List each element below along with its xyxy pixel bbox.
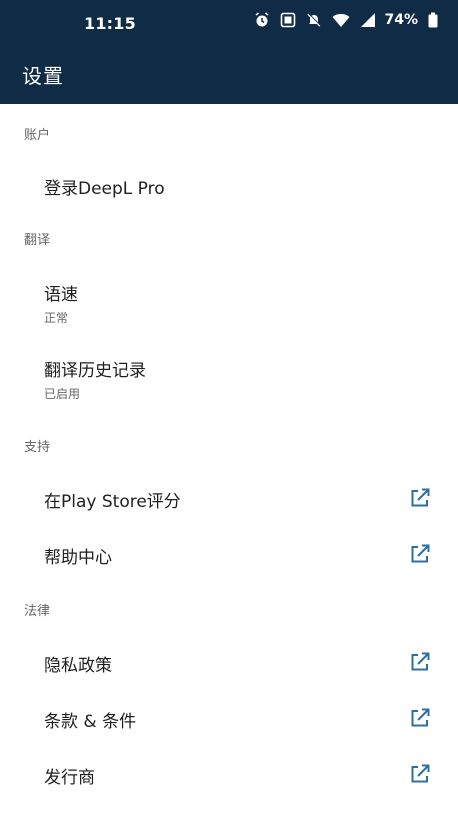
- publisher-item[interactable]: 发行商: [0, 748, 458, 800]
- privacy-policy-item[interactable]: 隐私政策: [0, 636, 458, 688]
- rate-play-store-item[interactable]: 在Play Store评分: [0, 472, 458, 524]
- wifi-icon: [332, 13, 350, 27]
- help-center-label: 帮助中心: [44, 548, 112, 568]
- speech-rate-value: 正常: [44, 311, 69, 325]
- nfc-icon: [281, 12, 296, 28]
- translation-history-value: 已启用: [44, 387, 81, 401]
- top-app-bar: 11:15 74% 设置: [0, 0, 458, 104]
- settings-screen: 11:15 74% 设置 账户 登录DeepL Pro 翻译 语速 正常 翻译历…: [0, 0, 458, 820]
- translation-history-label: 翻译历史记录: [44, 361, 146, 381]
- speech-rate-label: 语速: [44, 285, 78, 305]
- external-link-icon: [411, 652, 430, 671]
- external-link-icon: [411, 544, 430, 563]
- alarm-icon: [255, 12, 269, 27]
- signal-icon: [361, 13, 376, 27]
- battery-icon: [428, 12, 438, 28]
- section-header-translation: 翻译: [24, 233, 51, 248]
- battery-percent: 74%: [384, 12, 418, 28]
- status-icons: 74%: [254, 12, 438, 28]
- mute-icon: [307, 13, 322, 27]
- external-link-icon: [411, 708, 430, 727]
- privacy-policy-label: 隐私政策: [44, 656, 112, 676]
- page-title: 设置: [22, 64, 64, 88]
- login-deepl-pro-item[interactable]: 登录DeepL Pro: [0, 160, 458, 210]
- section-header-account: 账户: [24, 128, 51, 143]
- speech-rate-item[interactable]: 语速 正常: [0, 270, 458, 336]
- terms-conditions-item[interactable]: 条款 & 条件: [0, 692, 458, 744]
- login-label: 登录DeepL Pro: [44, 179, 165, 199]
- translation-history-item[interactable]: 翻译历史记录 已启用: [0, 346, 458, 412]
- rate-play-store-label: 在Play Store评分: [44, 492, 181, 512]
- publisher-label: 发行商: [44, 768, 95, 788]
- section-header-support: 支持: [24, 440, 51, 455]
- status-time: 11:15: [84, 14, 136, 33]
- terms-conditions-label: 条款 & 条件: [44, 712, 137, 732]
- external-link-icon: [411, 488, 430, 507]
- help-center-item[interactable]: 帮助中心: [0, 528, 458, 580]
- external-link-icon: [411, 764, 430, 783]
- section-header-legal: 法律: [24, 604, 51, 619]
